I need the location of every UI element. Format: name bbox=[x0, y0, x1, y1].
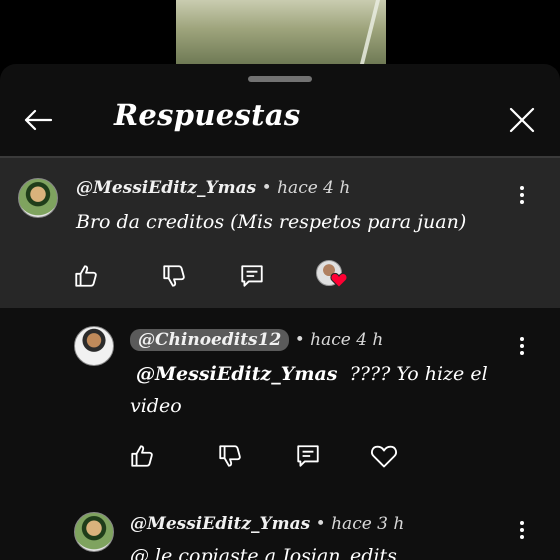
close-button[interactable] bbox=[502, 100, 542, 140]
more-vert-icon bbox=[520, 186, 524, 190]
video-frame-detail bbox=[360, 0, 380, 64]
more-options-button[interactable] bbox=[510, 181, 534, 209]
meta-separator: • bbox=[294, 330, 305, 350]
replies-panel: Respuestas @MessiEditz_Ymas • hace 4 h B… bbox=[0, 64, 560, 560]
mention-link[interactable]: @MessiEditz_Ymas bbox=[136, 363, 337, 385]
comment-time: hace 4 h bbox=[277, 178, 351, 198]
avatar[interactable] bbox=[74, 512, 114, 552]
arrow-left-icon bbox=[24, 109, 53, 131]
comment-text: Bro da creditos (Mis respetos para juan) bbox=[76, 211, 467, 233]
close-icon bbox=[509, 107, 535, 133]
dislike-button[interactable] bbox=[158, 260, 190, 292]
thumbs-up-icon bbox=[75, 265, 97, 287]
comment-text-line1: ???? Yo hize el bbox=[349, 363, 488, 385]
drag-handle[interactable] bbox=[248, 76, 312, 82]
more-options-button[interactable] bbox=[510, 332, 534, 360]
panel-header: Respuestas bbox=[0, 88, 560, 154]
more-vert-icon bbox=[520, 521, 524, 525]
dislike-button[interactable] bbox=[214, 440, 246, 472]
comment-author[interactable]: @MessiEditz_Ymas bbox=[76, 178, 256, 198]
reply-button[interactable] bbox=[292, 440, 324, 472]
heart-button[interactable] bbox=[368, 440, 400, 472]
kebab-dot bbox=[520, 528, 524, 532]
comment-meta: @Chinoedits12 • hace 4 h bbox=[130, 329, 384, 351]
reply-button[interactable] bbox=[236, 260, 268, 292]
heart-icon bbox=[330, 272, 348, 288]
comment-meta: @MessiEditz_Ymas • hace 4 h bbox=[76, 178, 350, 198]
back-button[interactable] bbox=[18, 100, 58, 140]
meta-separator: • bbox=[261, 178, 272, 198]
comment-time: hace 3 h bbox=[331, 514, 405, 534]
thumbs-down-icon bbox=[163, 265, 185, 287]
page-title: Respuestas bbox=[114, 98, 301, 132]
comment-text-line2: video bbox=[130, 395, 182, 417]
thumbs-up-icon bbox=[131, 445, 153, 467]
comment-meta: @MessiEditz_Ymas • hace 3 h bbox=[130, 514, 404, 534]
parent-comment: @MessiEditz_Ymas • hace 4 h Bro da credi… bbox=[0, 158, 560, 308]
comment-text: @MessiEditz_Ymas ???? Yo hize el video bbox=[130, 358, 510, 422]
comment-time: hace 4 h bbox=[310, 330, 384, 350]
creator-heart-badge bbox=[316, 260, 350, 292]
comment-text: @ le copiaste a Josian_edits bbox=[130, 545, 397, 560]
reply-icon bbox=[241, 265, 263, 287]
more-vert-icon bbox=[520, 337, 524, 341]
like-button[interactable] bbox=[70, 260, 102, 292]
kebab-dot bbox=[520, 344, 524, 348]
avatar[interactable] bbox=[18, 178, 58, 218]
kebab-dot bbox=[520, 200, 524, 204]
thumbs-down-icon bbox=[219, 445, 241, 467]
reply-icon bbox=[297, 445, 319, 467]
comment-author[interactable]: @MessiEditz_Ymas bbox=[130, 514, 310, 534]
comment-author[interactable]: @Chinoedits12 bbox=[130, 329, 290, 351]
heart-icon bbox=[371, 445, 397, 468]
video-thumbnail[interactable] bbox=[176, 0, 386, 64]
kebab-dot bbox=[520, 351, 524, 355]
more-options-button[interactable] bbox=[510, 516, 534, 544]
avatar[interactable] bbox=[74, 326, 114, 366]
meta-separator: • bbox=[315, 514, 326, 534]
kebab-dot bbox=[520, 193, 524, 197]
like-button[interactable] bbox=[126, 440, 158, 472]
kebab-dot bbox=[520, 535, 524, 539]
